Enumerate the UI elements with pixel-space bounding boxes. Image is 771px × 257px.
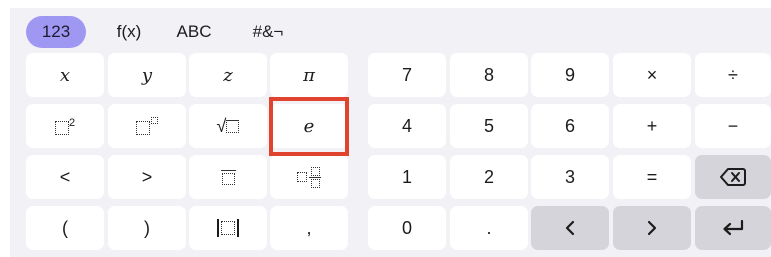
digit-3-label: 3 [564, 166, 575, 187]
digit-8-label: 8 [483, 64, 494, 85]
tab-functions[interactable]: f(x) [104, 16, 154, 48]
overline-icon [220, 169, 236, 185]
digit-2-label: 2 [483, 166, 494, 187]
less-than-label: < [59, 166, 71, 187]
e-key-label: e [303, 115, 315, 137]
chevron-left-icon [564, 220, 576, 236]
digit-6-key[interactable]: 6 [531, 104, 609, 148]
digit-6-label: 6 [564, 115, 575, 136]
left-paren-key[interactable]: ( [26, 206, 104, 250]
digit-7-key[interactable]: 7 [368, 53, 446, 97]
minus-key[interactable]: − [695, 104, 771, 148]
minus-label: − [727, 115, 739, 136]
tab-symbols[interactable]: #&¬ [238, 16, 298, 48]
right-paren-label: ) [144, 217, 150, 238]
x-key-label: x [59, 64, 71, 86]
digit-1-key[interactable]: 1 [368, 155, 446, 199]
sqrt-symbol: √ [216, 115, 227, 136]
digit-8-key[interactable]: 8 [450, 53, 528, 97]
digit-1-label: 1 [401, 166, 412, 187]
enter-icon [721, 219, 745, 237]
digit-9-key[interactable]: 9 [531, 53, 609, 97]
power-key[interactable] [108, 104, 186, 148]
power-icon [136, 117, 158, 135]
chevron-right-icon [646, 220, 658, 236]
digit-2-key[interactable]: 2 [450, 155, 528, 199]
z-key-label: z [223, 64, 233, 86]
decimal-point-key[interactable]: . [450, 206, 528, 250]
pi-key[interactable]: π [270, 53, 348, 97]
square-superscript: 2 [68, 117, 76, 129]
plus-key[interactable]: + [613, 104, 691, 148]
divide-key[interactable]: ÷ [695, 53, 771, 97]
less-than-key[interactable]: < [26, 155, 104, 199]
digit-5-key[interactable]: 5 [450, 104, 528, 148]
e-key[interactable]: e [270, 104, 348, 148]
absolute-value-key[interactable] [189, 206, 267, 250]
x-key[interactable]: x [26, 53, 104, 97]
equals-key[interactable]: = [613, 155, 691, 199]
left-paren-label: ( [62, 217, 68, 238]
overline-key[interactable] [189, 155, 267, 199]
subscript-icon [297, 166, 321, 188]
digit-4-key[interactable]: 4 [368, 104, 446, 148]
backspace-key[interactable] [695, 155, 771, 199]
z-key[interactable]: z [189, 53, 267, 97]
decimal-point-label: . [486, 217, 492, 238]
y-key[interactable]: y [108, 53, 186, 97]
divide-label: ÷ [728, 64, 738, 85]
comma-label: , [306, 217, 312, 238]
equals-label: = [646, 166, 658, 187]
math-keyboard: 123 f(x) ABC #&¬ x y z π 7 8 9 × ÷ 2 √ e… [10, 8, 771, 257]
greater-than-label: > [141, 166, 153, 187]
backspace-icon [720, 167, 746, 187]
cursor-right-key[interactable] [613, 206, 691, 250]
digit-5-label: 5 [483, 115, 494, 136]
sqrt-key[interactable]: √ [189, 104, 267, 148]
multiply-key[interactable]: × [613, 53, 691, 97]
digit-3-key[interactable]: 3 [531, 155, 609, 199]
square-icon: 2 [54, 117, 76, 135]
greater-than-key[interactable]: > [108, 155, 186, 199]
digit-0-key[interactable]: 0 [368, 206, 446, 250]
tab-123[interactable]: 123 [26, 16, 86, 48]
tab-abc[interactable]: ABC [166, 16, 222, 48]
square-key[interactable]: 2 [26, 104, 104, 148]
digit-9-label: 9 [564, 64, 575, 85]
enter-key[interactable] [695, 206, 771, 250]
right-paren-key[interactable]: ) [108, 206, 186, 250]
cursor-left-key[interactable] [531, 206, 609, 250]
digit-0-label: 0 [401, 217, 412, 238]
sqrt-icon: √ [217, 116, 240, 137]
multiply-label: × [646, 64, 658, 85]
digit-7-label: 7 [401, 64, 412, 85]
subscript-key[interactable] [270, 155, 348, 199]
absolute-value-icon [217, 219, 239, 237]
digit-4-label: 4 [401, 115, 412, 136]
y-key-label: y [141, 64, 153, 86]
pi-key-label: π [303, 64, 315, 86]
plus-label: + [646, 115, 658, 136]
comma-key[interactable]: , [270, 206, 348, 250]
